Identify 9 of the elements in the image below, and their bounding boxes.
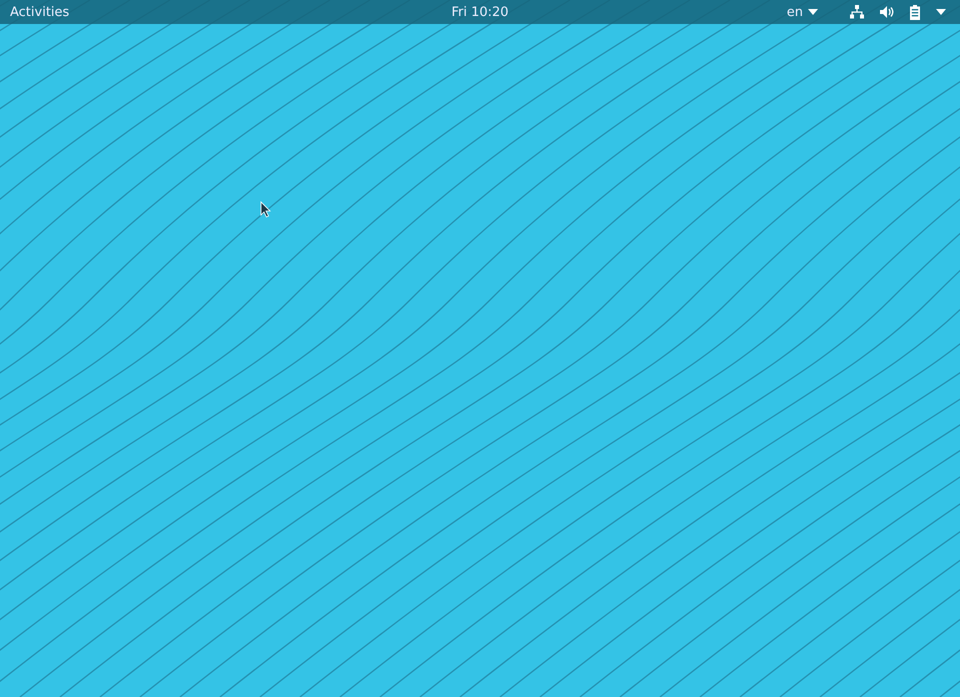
activities-button[interactable]: Activities — [0, 0, 80, 24]
dropdown-icon[interactable] — [936, 9, 946, 15]
language-button[interactable]: en — [786, 0, 822, 24]
network-icon[interactable] — [850, 5, 864, 19]
clock-button[interactable]: Fri 10:20 — [441, 0, 519, 24]
mouse-pointer-icon — [260, 201, 271, 218]
speaker-icon[interactable] — [880, 6, 894, 18]
caret-icon — [808, 9, 818, 15]
battery-icon[interactable] — [910, 4, 920, 20]
